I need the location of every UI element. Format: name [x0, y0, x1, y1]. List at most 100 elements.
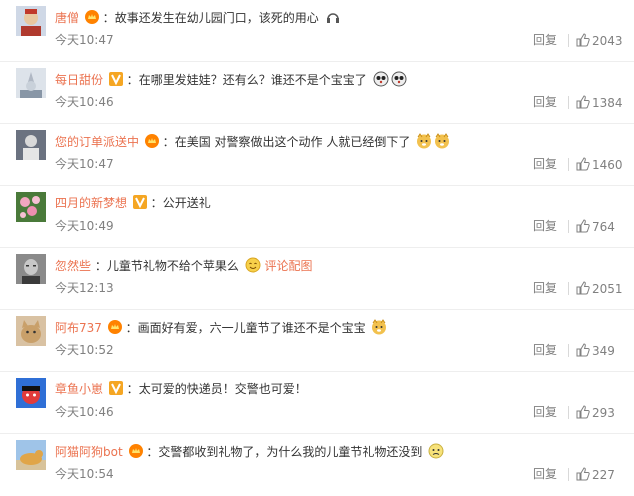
action-divider [568, 282, 569, 295]
panda-emoji-icon [391, 71, 407, 87]
vip-crown-icon [84, 10, 99, 24]
comment-separator: ： [150, 196, 163, 210]
thumbs-up-icon [576, 467, 590, 481]
thumbs-up-icon [576, 343, 590, 357]
comment-item: 您的订单派送中 ：在美国 对警察做出这个动作 人就已经倒下了 今天10:47 回… [0, 124, 634, 186]
comment-list: 唐僧 ：故事还发生在幼儿园门口，该死的用心 今天10:47 回复 2043 每日… [0, 0, 634, 495]
avatar[interactable] [16, 130, 46, 160]
like-count: 227 [592, 468, 615, 482]
avatar[interactable] [16, 68, 46, 98]
thumbs-up-icon [576, 219, 590, 233]
avatar[interactable] [16, 440, 46, 470]
thumbs-up-icon [576, 405, 590, 419]
like-button[interactable]: 227 [576, 467, 615, 482]
thumbs-up-icon [576, 33, 590, 47]
like-button[interactable]: 2051 [576, 281, 623, 296]
comment-separator: ： [125, 321, 138, 335]
comment-item: 阿猫阿狗bot ：交警都收到礼物了，为什么我的儿童节礼物还没到 今天10:54 … [0, 434, 634, 496]
reply-button[interactable]: 回复 [533, 219, 557, 233]
username[interactable]: 每日甜份 [55, 73, 103, 87]
avatar[interactable] [16, 378, 46, 408]
thumbs-up-icon [576, 157, 590, 171]
comment-text: 故事还发生在幼儿园门口，该死的用心 [114, 11, 319, 25]
panda-emoji-icon [373, 71, 389, 87]
like-button[interactable]: 764 [576, 219, 615, 234]
comment-separator: ： [162, 135, 175, 149]
comment-item: 四月的新梦想 ：公开送礼 今天10:49 回复 764 [0, 186, 634, 248]
comment-item: 忽然些 ：儿童节礼物不给个苹果么 评论配图 今天12:13 回复 2051 [0, 248, 634, 310]
username[interactable]: 阿猫阿狗bot [55, 445, 123, 459]
action-divider [568, 220, 569, 233]
thumbs-up-icon [576, 281, 590, 295]
like-count: 2051 [592, 282, 623, 296]
action-divider [568, 468, 569, 481]
comment-time: 今天10:54 [55, 467, 114, 481]
like-count: 1460 [592, 158, 623, 172]
action-divider [568, 158, 569, 171]
username[interactable]: 您的订单派送中 [55, 135, 139, 149]
reply-button[interactable]: 回复 [533, 405, 557, 419]
comment-text: 交警都收到礼物了，为什么我的儿童节礼物还没到 [158, 445, 423, 459]
comment-text: 画面好有爱，六一儿童节了谁还不是个宝宝 [137, 321, 366, 335]
comment-time: 今天12:13 [55, 281, 114, 295]
reply-button[interactable]: 回复 [533, 343, 557, 357]
like-count: 293 [592, 406, 615, 420]
like-button[interactable]: 349 [576, 343, 615, 358]
comment-item: 阿布737 ：画面好有爱，六一儿童节了谁还不是个宝宝 今天10:52 回复 34… [0, 310, 634, 372]
comment-separator: ： [94, 259, 107, 273]
reply-button[interactable]: 回复 [533, 33, 557, 47]
thumbs-up-icon [576, 95, 590, 109]
reply-button[interactable]: 回复 [533, 157, 557, 171]
comment-image-link[interactable]: 评论配图 [265, 259, 313, 273]
reply-button[interactable]: 回复 [533, 95, 557, 109]
comment-time: 今天10:46 [55, 95, 114, 109]
comment-text: 公开送礼 [162, 196, 211, 210]
username[interactable]: 唐僧 [55, 11, 79, 25]
like-button[interactable]: 293 [576, 405, 615, 420]
username[interactable]: 四月的新梦想 [55, 196, 127, 210]
sad-emoji-icon [428, 443, 444, 459]
username[interactable]: 章鱼小崽 [55, 382, 103, 396]
like-count: 764 [592, 220, 615, 234]
smile-emoji-icon [245, 257, 261, 273]
doge-emoji-icon [371, 319, 387, 335]
comment-separator: ： [126, 73, 139, 87]
avatar[interactable] [16, 6, 46, 36]
action-divider [568, 344, 569, 357]
avatar[interactable] [16, 316, 46, 346]
doge-emoji-icon [416, 133, 432, 149]
headphones-emoji-icon [325, 9, 341, 25]
verified-v-icon [132, 195, 147, 209]
comment-separator: ： [126, 382, 139, 396]
comment-separator: ： [146, 445, 159, 459]
comment-item: 章鱼小崽 ：太可爱的快递员！交警也可爱！ 今天10:46 回复 293 [0, 372, 634, 434]
verified-v-icon [108, 381, 123, 395]
comment-text: 儿童节礼物不给个苹果么 [106, 259, 239, 273]
avatar[interactable] [16, 192, 46, 222]
reply-button[interactable]: 回复 [533, 467, 557, 481]
vip-crown-icon [107, 320, 122, 334]
avatar[interactable] [16, 254, 46, 284]
comment-time: 今天10:46 [55, 405, 114, 419]
verified-v-icon [108, 72, 123, 86]
doge-emoji-icon [434, 133, 450, 149]
like-count: 1384 [592, 96, 623, 110]
comment-time: 今天10:47 [55, 157, 114, 171]
action-divider [568, 96, 569, 109]
like-count: 349 [592, 344, 615, 358]
username[interactable]: 阿布737 [55, 321, 102, 335]
comment-time: 今天10:52 [55, 343, 114, 357]
vip-crown-icon [144, 134, 159, 148]
like-button[interactable]: 1384 [576, 95, 623, 110]
action-divider [568, 406, 569, 419]
comment-text: 在美国 对警察做出这个动作 人就已经倒下了 [174, 135, 411, 149]
like-button[interactable]: 2043 [576, 33, 623, 48]
reply-button[interactable]: 回复 [533, 281, 557, 295]
comment-time: 今天10:47 [55, 33, 114, 47]
comment-separator: ： [102, 11, 115, 25]
username[interactable]: 忽然些 [55, 259, 91, 273]
like-button[interactable]: 1460 [576, 157, 623, 172]
comment-item: 每日甜份 ：在哪里发娃娃？还有么？谁还不是个宝宝了 今天10:46 回复 138… [0, 62, 634, 124]
vip-crown-icon [128, 444, 143, 458]
comment-text: 太可爱的快递员！交警也可爱！ [138, 382, 307, 396]
